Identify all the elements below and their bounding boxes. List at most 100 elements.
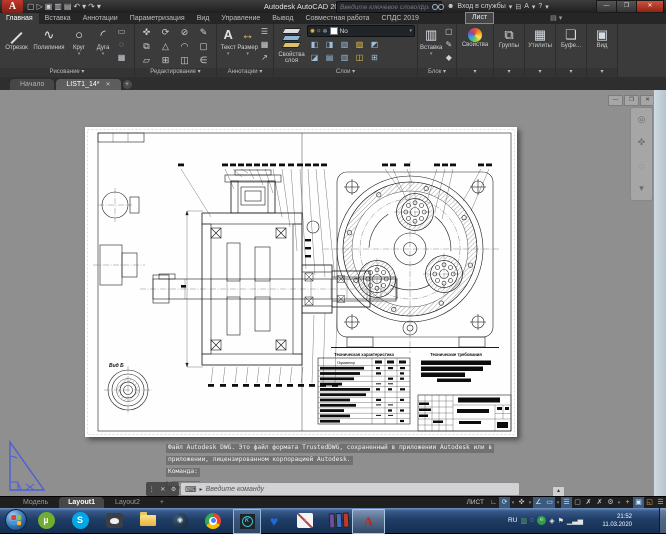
start-button[interactable]	[5, 509, 27, 531]
signin-dropdown-icon[interactable]: ▾	[509, 3, 513, 11]
panel-annotate-label[interactable]: Аннотации ▾	[217, 68, 273, 77]
icon-glyph[interactable]: ▦	[258, 38, 271, 51]
taskbar-steam-icon[interactable]: ◉	[168, 509, 192, 532]
new-tab-button[interactable]: +	[123, 80, 132, 89]
icon-glyph[interactable]: ▤	[64, 0, 72, 13]
panel-clipboard-expander[interactable]: ▾	[556, 68, 586, 77]
icon-glyph[interactable]: ☰	[655, 497, 666, 509]
new-layout-button[interactable]: +	[151, 497, 173, 509]
tray-icons[interactable]: ▥◌℮◈⚑▁▃▅	[520, 516, 583, 525]
icon-glyph[interactable]: ✗	[583, 497, 594, 509]
icon-glyph[interactable]: ☰	[258, 25, 271, 38]
icon-glyph[interactable]: ⧉	[137, 39, 156, 53]
text-button[interactable]: AТекст▾	[219, 25, 237, 68]
icon-glyph[interactable]: ◈	[549, 517, 554, 525]
draw-extra-icons[interactable]: ▭◌▦	[115, 25, 128, 68]
navigation-bar[interactable]: ◎✜◌▾	[630, 107, 653, 201]
icon-glyph[interactable]: ✺	[310, 28, 315, 35]
icon-glyph[interactable]: ▨	[352, 38, 367, 51]
icon-glyph[interactable]: ⊞	[367, 51, 382, 64]
tab-model[interactable]: Модель	[14, 497, 57, 509]
icon-glyph[interactable]: ❐	[624, 95, 639, 106]
icon-glyph[interactable]: ◫	[175, 53, 194, 67]
appstore-cart-icon[interactable]: ⊟	[515, 3, 521, 11]
tab-spds[interactable]: СПДС 2019	[376, 13, 425, 24]
icon-glyph[interactable]: ▾	[639, 183, 644, 194]
taskbar-heart-icon[interactable]: ♥	[262, 509, 286, 532]
icon-glyph[interactable]: ◠	[175, 39, 194, 53]
panel-modify-label[interactable]: Редактирование ▾	[135, 68, 216, 77]
quick-access-toolbar[interactable]: ▢▷▣▥▤↶▾↷▾	[27, 0, 101, 13]
icon-glyph[interactable]: ▭	[544, 497, 555, 509]
icon-glyph[interactable]: ✎	[442, 38, 455, 51]
icon-glyph[interactable]: ↗	[258, 51, 271, 64]
icon-glyph[interactable]: ▢	[194, 39, 213, 53]
taskbar-explorer-icon[interactable]	[136, 509, 160, 532]
tab-view[interactable]: Вид	[191, 13, 216, 24]
help-icon[interactable]: ?	[538, 3, 542, 10]
icon-glyph[interactable]: ◫	[352, 51, 367, 64]
icon-glyph[interactable]: ▥	[337, 51, 352, 64]
icon-glyph[interactable]: ✕	[160, 486, 165, 493]
icon-glyph[interactable]: ◨	[322, 38, 337, 51]
icon-glyph[interactable]: ◌	[115, 38, 128, 51]
icon-glyph[interactable]: ✗	[594, 497, 605, 509]
tab-collaborate[interactable]: Совместная работа	[299, 13, 375, 24]
icon-glyph[interactable]: ▥	[54, 0, 62, 13]
icon-glyph[interactable]: ✎	[194, 25, 213, 39]
layer-dropdown-caret[interactable]: ▾	[409, 28, 412, 34]
icon-glyph[interactable]: ◎	[638, 114, 646, 125]
panel-utilities-expander[interactable]: ▾	[525, 68, 555, 77]
user-icon[interactable]: ☻	[447, 3, 454, 10]
icon-glyph[interactable]: ▧	[337, 38, 352, 51]
status-toggle-icons[interactable]: ∟⟳▾✜▾∠▭▾☰▢✗✗⚙▾+▣◱☰	[488, 497, 666, 509]
layer-dropdown[interactable]: ✺☼❄ No ▾	[307, 25, 415, 37]
taskbar-autocad-button[interactable]: A	[352, 509, 385, 534]
icon-glyph[interactable]: △	[156, 39, 175, 53]
block-extra-icons[interactable]: ▢✎◆	[442, 25, 455, 68]
icon-glyph[interactable]: ⚙	[605, 497, 616, 509]
command-placeholder[interactable]: Введите команду	[206, 486, 264, 493]
icon-glyph[interactable]: ⟳	[499, 497, 510, 509]
file-tab-document[interactable]: LIST1_14*✕	[56, 79, 120, 90]
tab-insert[interactable]: Вставка	[39, 13, 77, 24]
icon-glyph[interactable]: ⚑	[558, 517, 564, 525]
icon-glyph[interactable]: ◆	[442, 51, 455, 64]
tab-layout2[interactable]: Layout2	[106, 497, 149, 509]
panel-block-label[interactable]: Блок ▾	[418, 68, 456, 77]
icon-glyph[interactable]: ✜	[516, 497, 527, 509]
icon-glyph[interactable]: —	[608, 95, 623, 106]
dimension-button[interactable]: ↔Размер▾	[237, 25, 258, 68]
icon-glyph[interactable]: ◪	[307, 51, 322, 64]
circle-button[interactable]: ○Круг▾	[67, 25, 91, 68]
tab-annotate[interactable]: Аннотации	[77, 13, 124, 24]
icon-glyph[interactable]: ∠	[533, 497, 544, 509]
icon-glyph[interactable]: ↶	[73, 0, 80, 13]
share-icon[interactable]: A	[524, 3, 529, 10]
panel-view-expander[interactable]: ▾	[587, 68, 617, 77]
arc-button[interactable]: ◜Дуга▾	[91, 25, 115, 68]
icon-glyph[interactable]: ▢	[27, 0, 35, 13]
viewport-window-controls[interactable]: —❐✕	[608, 95, 655, 106]
icon-glyph[interactable]: ▦	[115, 51, 128, 64]
icon-glyph[interactable]: ▱	[137, 53, 156, 67]
icon-glyph[interactable]: ▷	[37, 0, 43, 13]
icon-glyph[interactable]: ⟳	[156, 25, 175, 39]
icon-glyph[interactable]: ∟	[488, 497, 499, 509]
icon-glyph[interactable]: ⊘	[175, 25, 194, 39]
icon-glyph[interactable]: ✜	[137, 25, 156, 39]
layer-tools-grid[interactable]: ◧◨▧▨◩◪▤▥◫⊞	[307, 38, 415, 64]
icon-glyph[interactable]: ∈	[194, 53, 213, 67]
close-button[interactable]: ✕	[636, 0, 664, 13]
command-input-bar[interactable]: ⌨ ▸ Введите команду	[180, 482, 520, 496]
autocad-logo-icon[interactable]: A	[2, 0, 23, 13]
icon-glyph[interactable]: ◌	[639, 161, 644, 171]
taskbar-winrar-icon[interactable]	[327, 509, 351, 532]
tab-parametric[interactable]: Параметризация	[124, 13, 191, 24]
tab-layout[interactable]: Лист	[465, 12, 494, 24]
language-indicator[interactable]: RU	[508, 517, 517, 524]
taskbar-kompas-button[interactable]: K	[233, 509, 261, 534]
icon-glyph[interactable]: ⋮	[149, 486, 155, 493]
expand-arrow-icon[interactable]: ▴	[552, 486, 565, 496]
minimize-button[interactable]: —	[596, 0, 617, 13]
